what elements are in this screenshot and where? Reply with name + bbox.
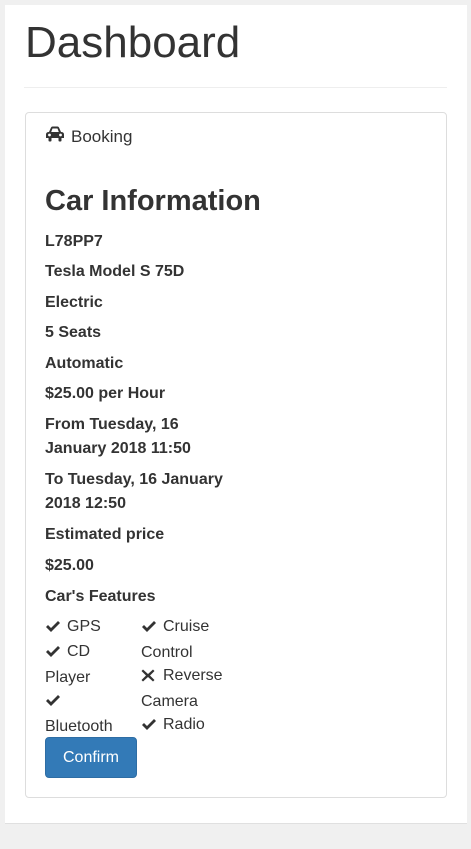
check-icon — [45, 642, 63, 666]
feature-bluetooth: Bluetooth — [45, 689, 113, 739]
feature-cruise-control: Cruise Control — [141, 615, 209, 665]
check-icon — [141, 715, 159, 739]
feature-label: Radio — [163, 716, 205, 733]
feature-label-cont: Player — [45, 669, 91, 686]
cross-icon — [141, 666, 159, 690]
car-transmission: Automatic — [45, 355, 124, 372]
feature-label: GPS — [67, 618, 101, 635]
car-rate: $25.00 per Hour — [45, 385, 166, 402]
booking-from-line2: January 2018 11:50 — [45, 440, 191, 457]
car-plate: L78PP7 — [45, 233, 103, 250]
car-fuel: Electric — [45, 294, 103, 311]
check-icon — [141, 617, 159, 641]
panel-heading-label: Booking — [71, 126, 133, 146]
booking-from-line1: From Tuesday, 16 — [45, 416, 179, 433]
estimated-price-label: Estimated price — [45, 526, 165, 543]
feature-label: Reverse — [163, 667, 223, 684]
feature-gps: GPS — [45, 615, 101, 641]
feature-cd-player: CD Player — [45, 640, 90, 690]
booking-panel: Booking Car Information L78PP7 Tesla Mod… — [25, 112, 447, 798]
feature-label-cont: Control — [141, 644, 193, 661]
page-title: Dashboard — [25, 18, 241, 67]
feature-reverse-camera: Reverse Camera — [141, 664, 223, 714]
car-icon — [45, 126, 71, 147]
booking-to: To Tuesday, 16 January 2018 12:50 — [45, 468, 265, 516]
feature-label: Bluetooth — [45, 718, 113, 735]
feature-label: CD — [67, 643, 91, 660]
feature-radio: Radio — [141, 713, 205, 739]
feature-label: Cruise — [163, 618, 210, 635]
check-icon — [45, 691, 63, 715]
panel-heading: Booking — [45, 126, 132, 147]
booking-to-line1: To Tuesday, 16 January — [45, 471, 223, 488]
check-icon — [45, 617, 63, 641]
car-information-title: Car Information — [45, 185, 261, 217]
estimated-price-value: $25.00 — [45, 557, 94, 574]
divider — [24, 87, 447, 88]
booking-from: From Tuesday, 16 January 2018 11:50 — [45, 413, 265, 461]
dashboard-page: Dashboard Booking Car Information L78PP7… — [5, 5, 467, 824]
features-title: Car's Features — [45, 588, 156, 605]
confirm-button[interactable]: Confirm — [45, 737, 137, 778]
booking-to-line2: 2018 12:50 — [45, 495, 126, 512]
car-model: Tesla Model S 75D — [45, 263, 185, 280]
feature-label-cont: Camera — [141, 693, 198, 710]
car-seats: 5 Seats — [45, 324, 102, 341]
